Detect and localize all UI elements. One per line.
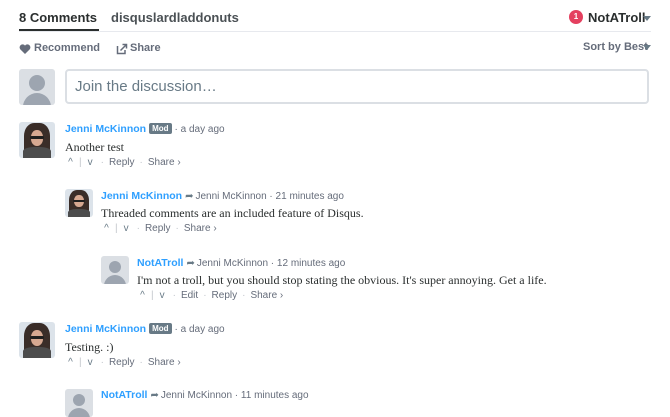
- mod-badge: Mod: [149, 323, 172, 334]
- reply-arrow-icon: ➦: [150, 390, 159, 401]
- recommend-button[interactable]: Recommend: [34, 42, 100, 54]
- reply-arrow-icon: ➦: [185, 191, 194, 202]
- comment-timestamp[interactable]: 21 minutes ago: [276, 191, 344, 202]
- avatar[interactable]: [19, 322, 55, 358]
- nav-divider: [19, 31, 651, 32]
- avatar[interactable]: [19, 122, 55, 158]
- share-link[interactable]: Share ›: [184, 223, 217, 234]
- edit-link[interactable]: Edit: [181, 290, 198, 301]
- separator-dot: ·: [203, 290, 207, 301]
- separator-dot: ·: [100, 357, 104, 368]
- comment-meta: Jenni McKinnon ➦ Jenni McKinnon · 21 minut…: [101, 190, 344, 202]
- tab-forum[interactable]: disquslardladdonuts: [111, 10, 239, 25]
- comment-input[interactable]: [67, 71, 647, 102]
- comment-timestamp[interactable]: a day ago: [181, 324, 225, 335]
- upvote-icon[interactable]: ^: [65, 357, 76, 368]
- comment-author[interactable]: NotATroll: [137, 257, 183, 269]
- avatar[interactable]: [65, 389, 93, 417]
- mod-badge: Mod: [149, 123, 172, 134]
- downvote-icon[interactable]: v: [157, 290, 168, 301]
- separator-dot: ·: [139, 157, 143, 168]
- notification-badge[interactable]: 1: [569, 10, 583, 24]
- heart-icon[interactable]: [19, 42, 31, 54]
- upvote-icon[interactable]: ^: [65, 157, 76, 168]
- downvote-icon[interactable]: v: [85, 157, 96, 168]
- comment-meta: NotATroll ➦ Jenni McKinnon · 12 minutes ag…: [137, 257, 345, 269]
- reply-link[interactable]: Reply: [109, 357, 135, 368]
- comment-body: Testing. :): [65, 340, 114, 354]
- reply-link[interactable]: Reply: [212, 290, 238, 301]
- reply-arrow-icon: ➦: [186, 258, 195, 269]
- comment-composer[interactable]: [65, 69, 649, 104]
- separator-dot: ·: [242, 290, 246, 301]
- share-button[interactable]: Share: [130, 42, 161, 54]
- comment-meta: Jenni McKinnon Mod · a day ago: [65, 323, 225, 335]
- downvote-icon[interactable]: v: [85, 357, 96, 368]
- in-reply-to[interactable]: Jenni McKinnon: [195, 191, 266, 202]
- comment-timestamp[interactable]: 11 minutes ago: [241, 390, 309, 401]
- share-link[interactable]: Share ›: [148, 357, 181, 368]
- separator-dot: ·: [175, 223, 179, 234]
- comment-author[interactable]: Jenni McKinnon: [101, 190, 182, 202]
- comment-author[interactable]: Jenni McKinnon: [65, 123, 146, 135]
- comment-body: I'm not a troll, but you should stop sta…: [137, 273, 547, 287]
- separator-dot: ·: [270, 258, 275, 269]
- chevron-down-icon[interactable]: [643, 16, 651, 21]
- in-reply-to[interactable]: Jenni McKinnon: [197, 258, 268, 269]
- vote-separator: |: [115, 223, 118, 234]
- comment-author[interactable]: NotATroll: [101, 389, 147, 401]
- comment-body: Threaded comments are an included featur…: [101, 206, 364, 220]
- comment-meta: NotATroll ➦ Jenni McKinnon · 11 minutes ag…: [101, 389, 309, 401]
- vote-separator: |: [151, 290, 154, 301]
- separator-dot: ·: [174, 324, 178, 335]
- separator-dot: ·: [100, 157, 104, 168]
- vote-separator: |: [79, 357, 82, 368]
- separator-dot: ·: [139, 357, 143, 368]
- comment-body: Another test: [65, 140, 124, 154]
- comment-footer: ^ | v · Reply · Share ›: [65, 357, 181, 368]
- chevron-down-icon[interactable]: [643, 45, 651, 50]
- separator-dot: ·: [174, 124, 178, 135]
- upvote-icon[interactable]: ^: [137, 290, 148, 301]
- reply-link[interactable]: Reply: [145, 223, 171, 234]
- comment-timestamp[interactable]: a day ago: [181, 124, 225, 135]
- vote-separator: |: [79, 157, 82, 168]
- avatar[interactable]: [101, 256, 129, 284]
- tab-comments[interactable]: 8 Comments: [19, 10, 97, 25]
- downvote-icon[interactable]: v: [121, 223, 132, 234]
- separator-dot: ·: [172, 290, 176, 301]
- user-menu[interactable]: NotATroll: [588, 10, 646, 25]
- sort-dropdown[interactable]: Sort by Best: [583, 41, 648, 53]
- separator-dot: ·: [269, 191, 273, 202]
- share-link[interactable]: Share ›: [148, 157, 181, 168]
- upvote-icon[interactable]: ^: [101, 223, 112, 234]
- comment-footer: ^ | v · Edit · Reply · Share ›: [137, 290, 283, 301]
- comment-timestamp[interactable]: 12 minutes ago: [277, 258, 345, 269]
- user-avatar: [19, 69, 55, 105]
- separator-dot: ·: [234, 390, 239, 401]
- comment-footer: ^ | v · Reply · Share ›: [101, 223, 217, 234]
- avatar[interactable]: [65, 189, 93, 217]
- comment-meta: Jenni McKinnon Mod · a day ago: [65, 123, 225, 135]
- share-icon[interactable]: [116, 42, 128, 55]
- comment-footer: ^ | v · Reply · Share ›: [65, 157, 181, 168]
- reply-link[interactable]: Reply: [109, 157, 135, 168]
- in-reply-to[interactable]: Jenni McKinnon: [161, 390, 232, 401]
- separator-dot: ·: [136, 223, 140, 234]
- share-link[interactable]: Share ›: [250, 290, 283, 301]
- comment-author[interactable]: Jenni McKinnon: [65, 323, 146, 335]
